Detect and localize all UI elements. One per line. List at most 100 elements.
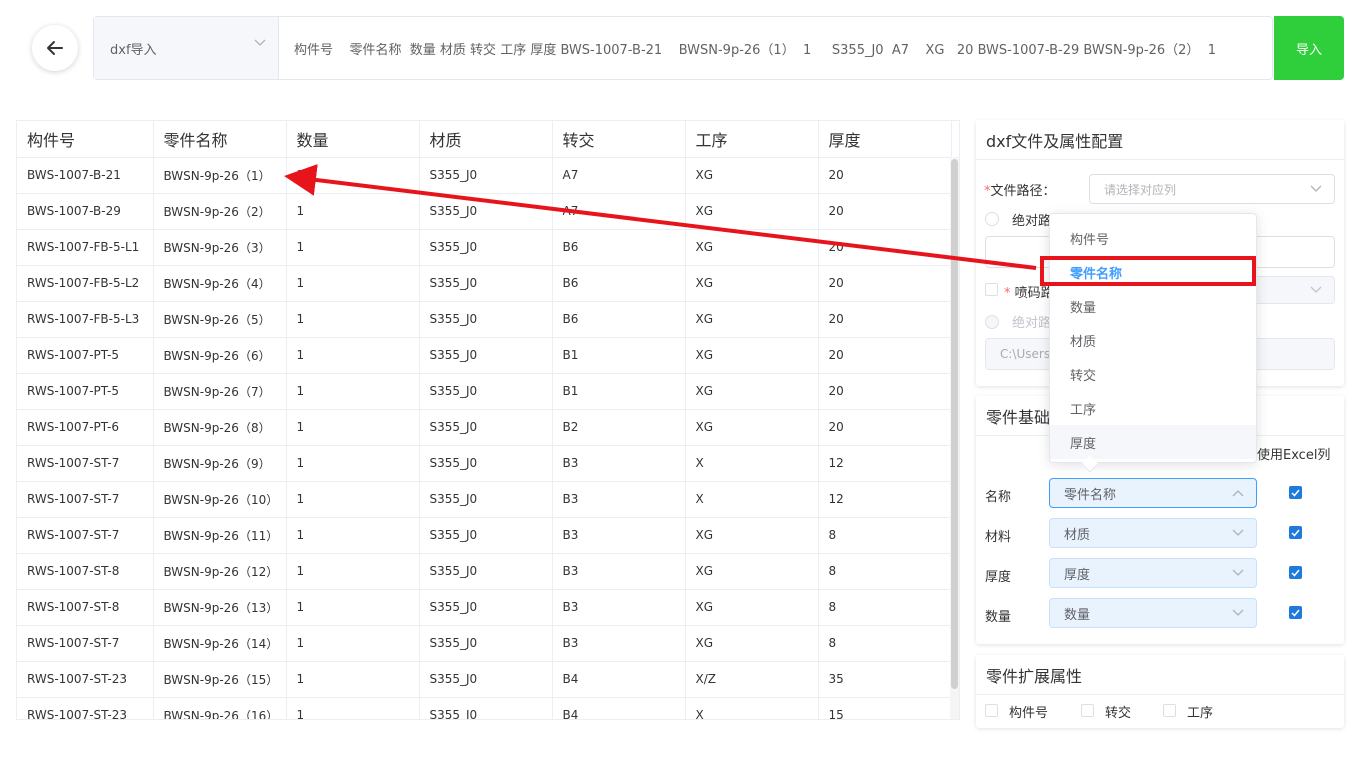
column-header[interactable]: 工序 — [685, 121, 819, 158]
table-cell: XG — [685, 337, 819, 374]
table-cell: 12 — [818, 481, 952, 518]
table-row[interactable]: RWS-1007-FB-5-L2 BWSN-9p-26（4） 1 S355_J0 B6 X… — [17, 265, 952, 302]
field-label: 数量 — [985, 610, 1012, 625]
table-cell: B1 — [552, 337, 686, 374]
table-cell: S355_J0 — [419, 697, 553, 719]
field-column-select[interactable]: 厚度 — [1049, 558, 1257, 588]
table-scrollbar[interactable] — [950, 157, 959, 719]
table-cell: XG — [685, 301, 819, 338]
table-cell: RWS-1007-PT-6 — [17, 409, 154, 446]
absolute-path-radio-2[interactable] — [985, 315, 999, 329]
table-row[interactable]: RWS-1007-PT-5 BWSN-9p-26（7） 1 S355_J0 B1 XG 20 — [17, 373, 952, 410]
table-cell: XG — [685, 409, 819, 446]
use-excel-checkbox[interactable] — [1289, 606, 1302, 619]
table-row[interactable]: RWS-1007-FB-5-L1 BWSN-9p-26（3） 1 S355_J0 B6 X… — [17, 229, 952, 266]
table-cell: RWS-1007-ST-7 — [17, 625, 154, 662]
spray-path-checkbox[interactable] — [985, 283, 998, 296]
table-cell: BWS-1007-B-29 — [17, 193, 154, 230]
table-cell: B6 — [552, 301, 686, 338]
table-cell: S355_J0 — [419, 337, 553, 374]
table-cell: 1 — [286, 337, 420, 374]
dropdown-option[interactable]: 转交 — [1050, 357, 1256, 391]
field-column-select[interactable]: 零件名称 — [1049, 478, 1257, 508]
use-excel-checkbox[interactable] — [1289, 526, 1302, 539]
import-mode-select[interactable]: dxf导入 — [94, 17, 279, 79]
column-header[interactable]: 零件名称 — [153, 121, 287, 158]
extension-checkbox[interactable] — [985, 704, 998, 717]
table-cell: 12 — [818, 445, 952, 482]
dropdown-option[interactable]: 构件号 — [1050, 221, 1256, 255]
table-cell: B3 — [552, 625, 686, 662]
table-cell: S355_J0 — [419, 481, 553, 518]
back-button[interactable] — [32, 25, 78, 71]
table-row[interactable]: BWS-1007-B-29 BWSN-9p-26（2） 1 S355_J0 A7 XG 20 — [17, 193, 952, 230]
table-cell: B4 — [552, 697, 686, 719]
table-cell: X — [685, 481, 819, 518]
table-cell: XG — [685, 229, 819, 266]
table-cell: X — [685, 697, 819, 719]
field-column-select[interactable]: 材质 — [1049, 518, 1257, 548]
absolute-path-radio[interactable] — [985, 212, 999, 226]
extension-checkbox[interactable] — [1081, 704, 1094, 717]
paste-data-input[interactable]: 构件号 零件名称 数量 材质 转交 工序 厚度 BWS-1007-B-21 BW… — [279, 17, 1272, 79]
use-excel-checkbox[interactable] — [1289, 486, 1302, 499]
table-cell: 1 — [286, 661, 420, 698]
table-cell: S355_J0 — [419, 265, 553, 302]
table-cell: A7 — [552, 193, 686, 230]
table-row[interactable]: RWS-1007-ST-23 BWSN-9p-26（15） 1 S355_J0 B4 X/… — [17, 661, 952, 698]
column-header[interactable]: 构件号 — [17, 121, 154, 158]
panel-title: dxf文件及属性配置 — [976, 120, 1344, 160]
table-row[interactable]: RWS-1007-ST-7 BWSN-9p-26（10） 1 S355_J0 B3 X 12 — [17, 481, 952, 518]
column-header[interactable]: 转交 — [552, 121, 686, 158]
table-row[interactable]: RWS-1007-ST-8 BWSN-9p-26（13） 1 S355_J0 B3 XG 8 — [17, 589, 952, 626]
table-cell: 8 — [818, 517, 952, 554]
file-path-placeholder: 请选择对应列 — [1104, 182, 1177, 197]
parts-table: 构件号 零件名称 数量 材质 转交 工序 厚度 BWS-1007-B-21 BWSN-9p-2… — [16, 120, 960, 720]
table-cell: RWS-1007-PT-5 — [17, 337, 154, 374]
dxf-import-page: dxf导入 构件号 零件名称 数量 材质 转交 工序 厚度 BWS-1007-B… — [0, 0, 1360, 767]
check-icon — [1291, 529, 1300, 537]
import-button[interactable]: 导入 — [1274, 16, 1344, 80]
table-row[interactable]: RWS-1007-ST-8 BWSN-9p-26（12） 1 S355_J0 B3 XG 8 — [17, 553, 952, 590]
table-row[interactable]: RWS-1007-ST-7 BWSN-9p-26（9） 1 S355_J0 B3 X 12 — [17, 445, 952, 482]
table-cell: RWS-1007-ST-8 — [17, 553, 154, 590]
dropdown-option[interactable]: 数量 — [1050, 289, 1256, 323]
table-cell: RWS-1007-ST-8 — [17, 589, 154, 626]
table-cell: BWSN-9p-26（16） — [153, 697, 287, 719]
table-cell: BWSN-9p-26（12） — [153, 553, 287, 590]
scrollbar-thumb[interactable] — [951, 159, 958, 689]
table-cell: B6 — [552, 265, 686, 302]
column-header[interactable]: 材质 — [419, 121, 553, 158]
field-column-select[interactable]: 数量 — [1049, 598, 1257, 628]
file-path-select[interactable]: 请选择对应列 — [1089, 174, 1335, 204]
table-cell: S355_J0 — [419, 193, 553, 230]
column-header[interactable]: 数量 — [286, 121, 420, 158]
table-row[interactable]: RWS-1007-ST-7 BWSN-9p-26（14） 1 S355_J0 B3 XG 8 — [17, 625, 952, 662]
table-cell: 8 — [818, 589, 952, 626]
absolute-path-label-2: 绝对路 — [1012, 316, 1052, 331]
dropdown-option[interactable]: 工序 — [1050, 391, 1256, 425]
part-extension-panel: 零件扩展属性 构件号 转交 工序 — [976, 655, 1344, 728]
table-row[interactable]: BWS-1007-B-21 BWSN-9p-26（1） 1 S355_J0 A7 XG 20 — [17, 157, 952, 194]
table-cell: 1 — [286, 265, 420, 302]
table-cell: XG — [685, 589, 819, 626]
table-row[interactable]: RWS-1007-PT-6 BWSN-9p-26（8） 1 S355_J0 B2 XG 20 — [17, 409, 952, 446]
extension-checkbox[interactable] — [1163, 704, 1176, 717]
table-row[interactable]: RWS-1007-FB-5-L3 BWSN-9p-26（5） 1 S355_J0 B6 X… — [17, 301, 952, 338]
column-header[interactable]: 厚度 — [818, 121, 952, 158]
table-cell: XG — [685, 553, 819, 590]
use-excel-checkbox[interactable] — [1289, 566, 1302, 579]
table-row[interactable]: RWS-1007-ST-7 BWSN-9p-26（11） 1 S355_J0 B3 XG 8 — [17, 517, 952, 554]
chevron-up-icon — [1232, 490, 1244, 497]
field-label: 名称 — [985, 490, 1012, 505]
chevron-down-icon — [1232, 609, 1244, 616]
table-cell: 1 — [286, 301, 420, 338]
table-cell: RWS-1007-ST-7 — [17, 481, 154, 518]
table-row[interactable]: RWS-1007-PT-5 BWSN-9p-26（6） 1 S355_J0 B1 XG 20 — [17, 337, 952, 374]
table-cell: BWSN-9p-26（13） — [153, 589, 287, 626]
dropdown-option[interactable]: 厚度 — [1050, 425, 1256, 459]
table-cell: 20 — [818, 301, 952, 338]
table-row[interactable]: RWS-1007-ST-23 BWSN-9p-26（16） 1 S355_J0 B4 X 1… — [17, 697, 952, 719]
table-cell: 1 — [286, 697, 420, 719]
dropdown-option[interactable]: 材质 — [1050, 323, 1256, 357]
